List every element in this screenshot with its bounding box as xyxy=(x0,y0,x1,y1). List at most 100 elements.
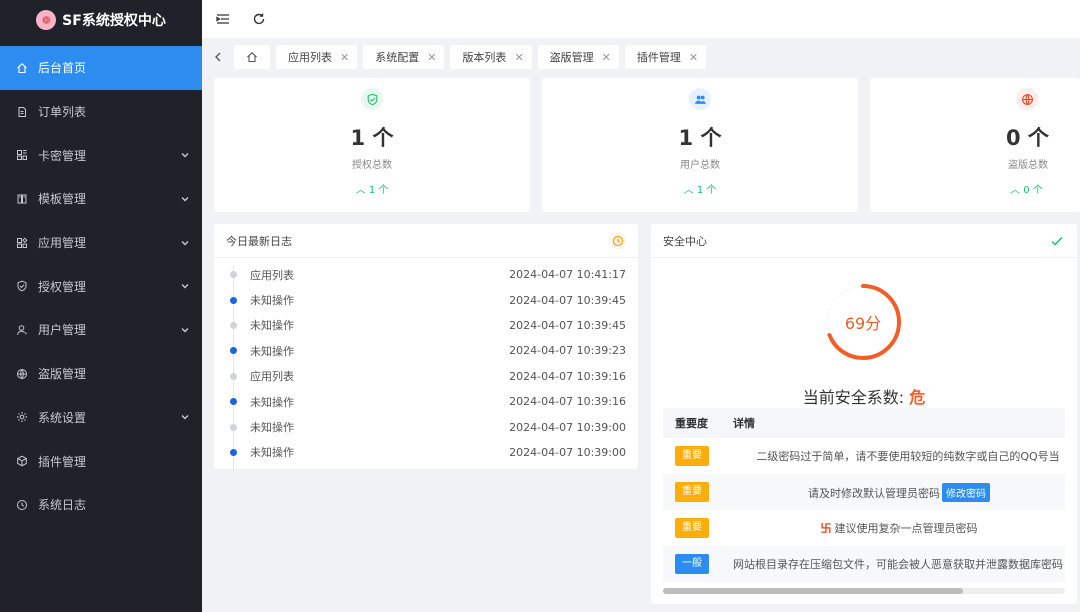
close-icon[interactable]: ✕ xyxy=(427,51,436,64)
shield-icon xyxy=(16,280,28,292)
sidebar-item-label: 盗版管理 xyxy=(38,367,87,382)
timeline-dot xyxy=(230,423,237,431)
sidebar-item-1[interactable]: 订单列表 xyxy=(0,90,202,134)
sidebar-item-8[interactable]: 系统设置 xyxy=(0,396,202,440)
log-panel: 今日最新日志 应用列表 2024-04-07 10:41:17 未知操作 2024-0… xyxy=(214,224,638,471)
column-level: 重要度 xyxy=(675,417,708,430)
sidebar-nav: 后台首页 订单列表 卡密管理模板管理应用管理授权管理用户管理盗版管理系统设置插件管理… xyxy=(0,46,202,527)
sidebar-item-label: 模板管理 xyxy=(38,192,87,207)
tab-label: 系统配置 xyxy=(375,51,420,64)
log-action: 未知操作 xyxy=(250,319,294,333)
log-row: 未知操作 2024-04-07 10:39:23 xyxy=(214,338,638,363)
stat-delta: ︿ 1 个 xyxy=(355,185,389,196)
close-icon[interactable]: ✕ xyxy=(340,51,349,64)
security-row: 重要 卐建议使用复杂一点管理员密码 xyxy=(663,510,1065,546)
stat-delta: ︿ 1 个 xyxy=(683,185,717,196)
security-row: 重要 二级密码过于简单，请不要使用较短的纯数字或自己的QQ号当 xyxy=(663,438,1065,474)
security-detail-text: 建议使用复杂一点管理员密码 xyxy=(834,522,978,535)
timeline-dot xyxy=(230,448,237,456)
log-action: 应用列表 xyxy=(250,370,294,384)
stat-value: 1 个 xyxy=(678,126,722,150)
tab-0[interactable]: 应用列表 ✕ xyxy=(276,45,358,69)
menu-collapse-icon[interactable] xyxy=(216,12,230,26)
home-icon xyxy=(247,52,257,63)
clock-icon xyxy=(610,233,626,249)
stat-value: 0 个 xyxy=(1006,126,1049,150)
log-action: 未知操作 xyxy=(250,421,294,435)
globe-icon xyxy=(1016,88,1038,110)
close-icon[interactable]: ✕ xyxy=(689,51,698,64)
apps-icon xyxy=(16,237,28,249)
stat-card-1: 1 个用户总数 ︿ 1 个 xyxy=(542,78,858,212)
security-rating-value: 危 xyxy=(909,388,926,407)
sidebar-item-5[interactable]: 授权管理 xyxy=(0,264,202,308)
chevron-down-icon[interactable] xyxy=(180,412,190,422)
log-row: 未知操作 2024-04-07 10:39:16 xyxy=(214,389,638,414)
users-icon xyxy=(689,88,711,110)
chevron-down-icon[interactable] xyxy=(180,281,190,291)
sidebar-item-0[interactable]: 后台首页 xyxy=(0,46,202,90)
document-icon xyxy=(16,106,28,118)
refresh-icon[interactable] xyxy=(252,12,266,26)
table-horizontal-scrollbar[interactable] xyxy=(663,588,1065,594)
sidebar-item-4[interactable]: 应用管理 xyxy=(0,221,202,265)
arrow-up-icon: ︿ xyxy=(355,185,366,196)
log-action: 未知操作 xyxy=(250,395,294,409)
stat-card-2: 0 个盗版总数 ︿ 0 个 xyxy=(870,78,1080,212)
sidebar-item-label: 系统日志 xyxy=(38,498,87,513)
clock-icon xyxy=(16,499,28,511)
close-icon[interactable]: ✕ xyxy=(602,51,611,64)
tab-home[interactable] xyxy=(234,45,270,69)
log-action: 未知操作 xyxy=(250,294,294,308)
sidebar-item-label: 应用管理 xyxy=(38,236,87,251)
chevron-down-icon[interactable] xyxy=(180,194,190,204)
tab-2[interactable]: 版本列表 ✕ xyxy=(450,45,532,69)
change-password-button[interactable]: 修改密码 xyxy=(942,482,990,502)
tab-label: 应用列表 xyxy=(288,51,332,64)
tab-bar: 应用列表 ✕ 系统配置 ✕ 版本列表 ✕ 盗版管理 ✕ 插件管理 ✕ xyxy=(202,40,1080,74)
log-row: 应用列表 2024-04-07 10:41:17 xyxy=(214,262,638,287)
security-table: 重要度 详情 重要 二级密码过于简单，请不要使用较短的纯数字或自己的QQ号当 重要请… xyxy=(663,408,1065,582)
chevron-down-icon[interactable] xyxy=(180,325,190,335)
timeline-dot xyxy=(230,398,237,406)
log-action: 未知操作 xyxy=(250,446,294,460)
tab-4[interactable]: 插件管理 ✕ xyxy=(624,45,707,69)
importance-badge: 一般 xyxy=(675,554,709,574)
sidebar-item-7[interactable]: 盗版管理 xyxy=(0,352,202,396)
security-detail-text: 二级密码过于简单，请不要使用较短的纯数字或自己的QQ号当 xyxy=(756,450,1060,463)
security-detail-text: 请及时修改默认管理员密码 xyxy=(808,486,940,500)
app-title: SF系统授权中心 xyxy=(62,13,166,29)
log-time: 2024-04-07 10:39:00 xyxy=(509,445,626,459)
sidebar-item-9[interactable]: 插件管理 xyxy=(0,439,202,483)
sidebar-item-label: 授权管理 xyxy=(38,279,87,294)
warning-icon: 卐 xyxy=(820,522,832,535)
sidebar-item-10[interactable]: 系统日志 xyxy=(0,483,202,527)
tab-label: 版本列表 xyxy=(462,51,507,64)
sidebar-item-3[interactable]: 模板管理 xyxy=(0,177,202,221)
log-row: 未知操作 2024-04-07 10:39:00 xyxy=(214,440,638,465)
log-time: 2024-04-07 10:39:45 xyxy=(509,293,626,307)
importance-badge: 重要 xyxy=(675,482,709,502)
cube-icon xyxy=(16,455,28,467)
scrollbar-thumb[interactable] xyxy=(663,588,963,594)
check-icon xyxy=(1049,233,1065,249)
importance-badge: 重要 xyxy=(675,446,709,466)
security-row: 重要 请及时修改默认管理员密码 修改密码 xyxy=(663,474,1065,510)
tab-scroll-left-icon[interactable] xyxy=(210,49,226,65)
timeline-dot xyxy=(230,271,237,279)
sidebar-item-2[interactable]: 卡密管理 xyxy=(0,133,202,177)
chevron-down-icon[interactable] xyxy=(180,238,190,248)
security-score: 69分 xyxy=(844,314,882,333)
stat-label: 盗版总数 xyxy=(1008,160,1048,171)
sidebar-item-label: 系统设置 xyxy=(38,410,87,425)
tab-1[interactable]: 系统配置 ✕ xyxy=(363,45,445,69)
close-icon[interactable]: ✕ xyxy=(514,51,523,64)
importance-badge: 重要 xyxy=(675,518,709,538)
chevron-down-icon[interactable] xyxy=(180,150,190,160)
tab-3[interactable]: 盗版管理 ✕ xyxy=(537,45,619,69)
app-logo[interactable]: ❁ SF系统授权中心 xyxy=(0,0,202,40)
security-score-gauge: 69分 xyxy=(823,282,903,362)
security-rating-label: 当前安全系数: xyxy=(802,388,905,407)
timeline-dot xyxy=(230,372,237,380)
sidebar-item-6[interactable]: 用户管理 xyxy=(0,308,202,352)
